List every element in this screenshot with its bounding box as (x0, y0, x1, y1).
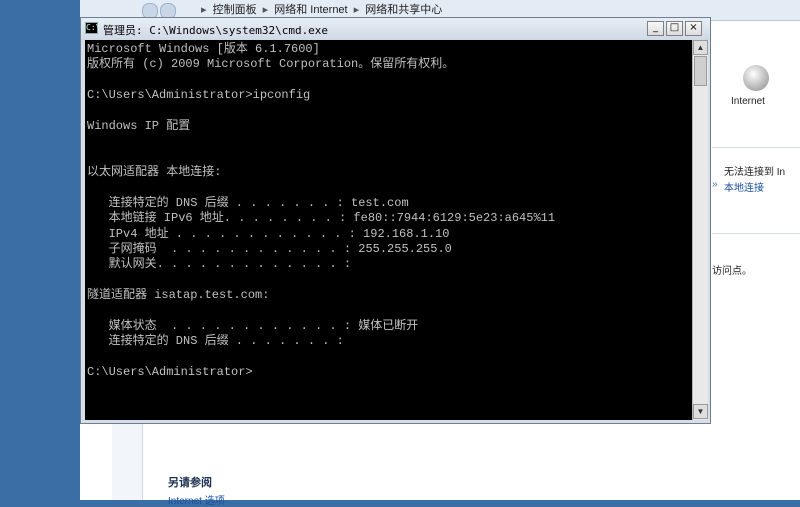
console-line: C:\Users\Administrator>ipconfig (87, 88, 311, 103)
console-line: C:\Users\Administrator> (87, 365, 253, 380)
chevron-right-icon: ▸ (201, 4, 207, 16)
chevron-right-icon: ▸ (353, 4, 360, 16)
cmd-window-title: 管理员: C:\Windows\system32\cmd.exe (103, 24, 329, 37)
divider (712, 147, 800, 148)
internet-label: Internet (731, 96, 765, 107)
cmd-window[interactable]: C:\ 管理员: C:\Windows\system32\cmd.exe _ □… (80, 17, 711, 424)
access-point-text: 访问点。 (712, 266, 752, 277)
divider (712, 233, 800, 234)
console-line: 媒体状态 . . . . . . . . . . . . : 媒体已断开 (87, 319, 419, 334)
maximize-button[interactable]: □ (666, 21, 683, 36)
console-line: 版权所有 (c) 2009 Microsoft Corporation。保留所有… (87, 57, 455, 72)
console-output[interactable]: Microsoft Windows [版本 6.1.7600] 版权所有 (c) … (85, 40, 692, 420)
console-line: IPv4 地址 . . . . . . . . . . . . : 192.16… (87, 226, 450, 241)
console-line: 隧道适配器 isatap.test.com: (87, 288, 270, 303)
console-line: 连接特定的 DNS 后缀 . . . . . . . : (87, 334, 344, 349)
close-button[interactable]: × (685, 21, 702, 36)
chevron-right-icon: ▸ (262, 4, 269, 16)
scroll-thumb[interactable] (694, 56, 707, 86)
scroll-up-button[interactable]: ▲ (693, 40, 708, 55)
console-line: 子网掩码 . . . . . . . . . . . . : 255.255.2… (87, 242, 452, 257)
breadcrumb-control-panel[interactable]: 控制面板 (213, 4, 257, 16)
cmd-app-icon[interactable]: C:\ (85, 22, 100, 34)
cmd-title-bar[interactable]: C:\ 管理员: C:\Windows\system32\cmd.exe _ □… (81, 18, 710, 40)
console-line: 连接特定的 DNS 后缀 . . . . . . . : test.com (87, 195, 409, 210)
breadcrumb-network-internet[interactable]: 网络和 Internet (274, 4, 347, 16)
internet-globe-icon (743, 65, 769, 91)
vertical-scrollbar[interactable]: ▲ ▼ (692, 40, 708, 420)
minimize-button[interactable]: _ (647, 21, 664, 36)
console-line: 默认网关. . . . . . . . . . . . . : (87, 257, 352, 272)
scroll-down-button[interactable]: ▼ (693, 404, 708, 419)
link-arrow-icon: » (712, 179, 718, 190)
breadcrumb-network-sharing-center[interactable]: 网络和共享中心 (365, 4, 442, 16)
console-line: 本地链接 IPv6 地址. . . . . . . . : fe80::7944… (87, 211, 556, 226)
see-also-heading: 另请参阅 (168, 477, 212, 489)
console-lines: Microsoft Windows [版本 6.1.7600] 版权所有 (c) … (87, 42, 555, 381)
no-connect-text: 无法连接到 In (724, 167, 786, 178)
console-line: Microsoft Windows [版本 6.1.7600] (87, 42, 320, 56)
console-line: 以太网适配器 本地连接: (87, 165, 222, 180)
local-connection-link[interactable]: 本地连接 (724, 179, 764, 194)
console-line: Windows IP 配置 (87, 118, 191, 133)
